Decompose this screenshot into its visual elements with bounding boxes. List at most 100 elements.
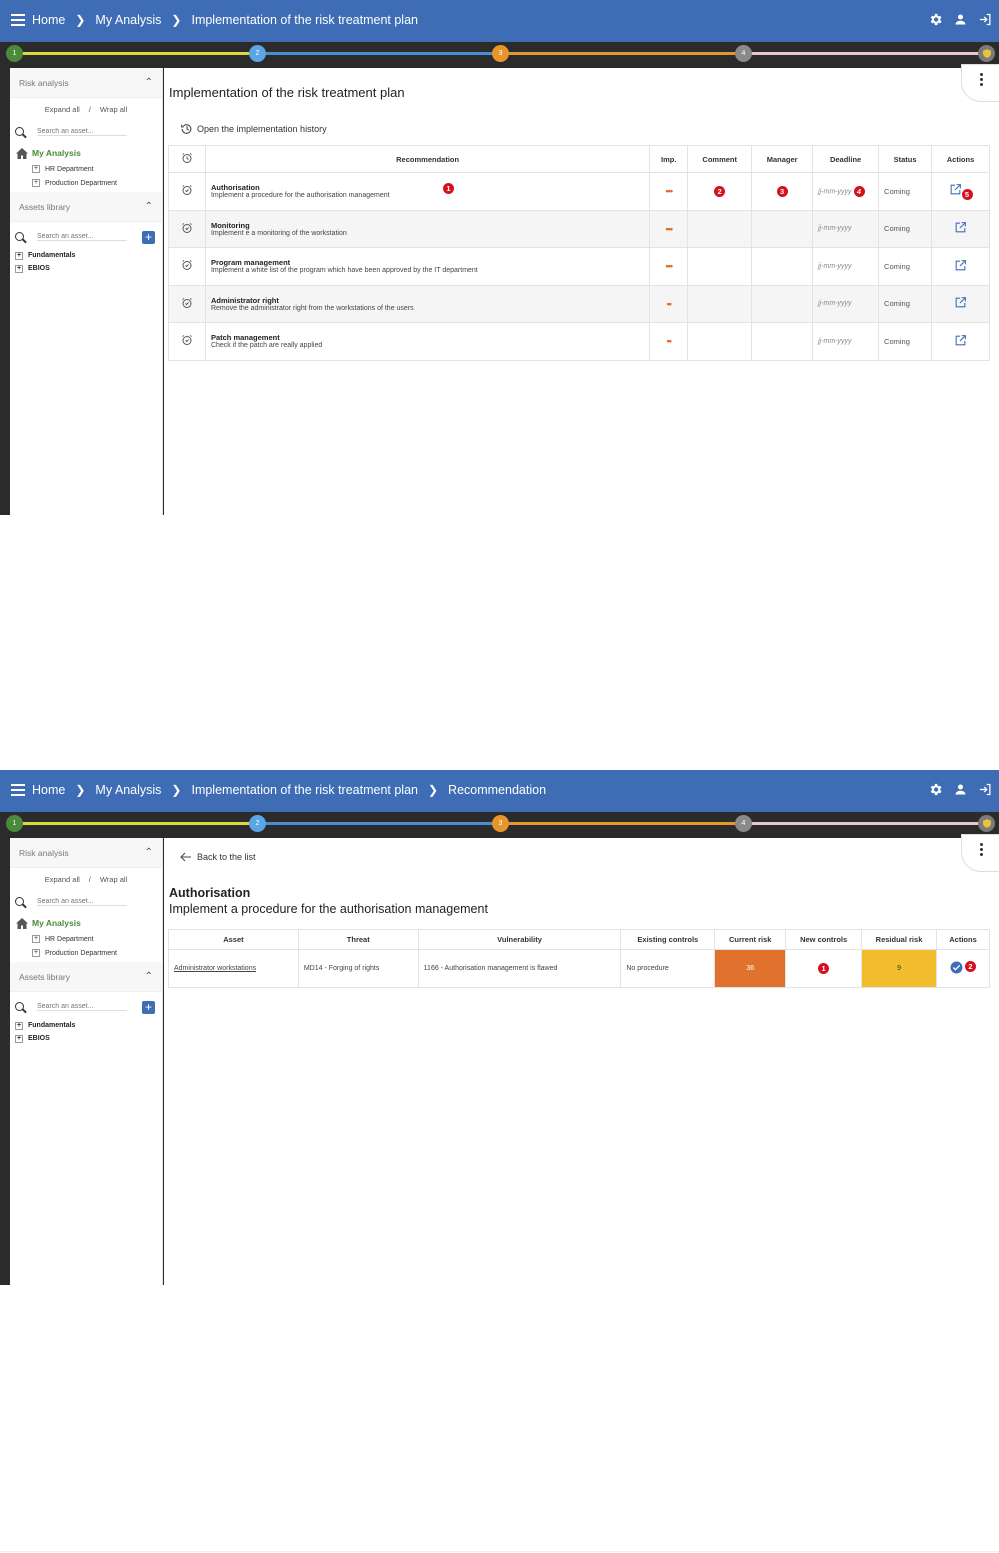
expand-all-link[interactable]: Expand all (45, 105, 80, 114)
comment-cell[interactable] (687, 284, 753, 323)
more-options-icon[interactable] (961, 834, 999, 872)
col-threat[interactable]: Threat (297, 929, 419, 950)
table-row[interactable]: Program management Implement a white lis… (168, 247, 990, 286)
edit-icon[interactable] (949, 183, 962, 196)
table-row[interactable]: Authorisation Implement a procedure for … (168, 172, 990, 211)
asset-link[interactable]: Administrator workstations (168, 949, 299, 988)
comment-cell[interactable] (687, 247, 753, 286)
menu-icon[interactable] (11, 14, 25, 26)
library-item-ebios[interactable]: + EBIOS (10, 262, 162, 275)
chevron-up-icon[interactable]: ⌃ (145, 971, 153, 982)
risk-analysis-header[interactable]: Risk analysis ⌃ (10, 838, 162, 868)
gear-icon[interactable] (928, 12, 943, 27)
alarm-icon[interactable] (168, 322, 206, 361)
breadcrumb-plan[interactable]: Implementation of the risk treatment pla… (191, 783, 418, 797)
comment-cell[interactable] (687, 322, 753, 361)
alarm-icon[interactable] (168, 209, 206, 248)
table-row[interactable]: Administrator right Remove the administr… (168, 284, 990, 323)
step-2[interactable]: 2 (249, 815, 266, 832)
more-options-icon[interactable] (961, 64, 999, 102)
expand-plus-icon[interactable]: + (32, 935, 40, 943)
library-item-fundamentals[interactable]: + Fundamentals (10, 249, 162, 262)
expand-plus-icon[interactable]: + (15, 1021, 23, 1030)
step-1[interactable]: 1 (6, 815, 23, 832)
table-row[interactable]: Patch management Check if the patch are … (168, 322, 990, 361)
history-link[interactable]: Open the implementation history (180, 123, 327, 135)
library-item-fundamentals[interactable]: + Fundamentals (10, 1019, 162, 1032)
col-asset[interactable]: Asset (168, 929, 299, 950)
expand-plus-icon[interactable]: + (32, 165, 40, 173)
assets-library-header[interactable]: Assets library ⌃ (10, 962, 162, 992)
alarm-icon[interactable] (168, 172, 206, 211)
logout-icon[interactable] (978, 782, 993, 797)
manager-cell[interactable] (751, 322, 814, 361)
table-row[interactable]: Administrator workstations MD14 - Forgin… (168, 949, 991, 988)
col-existing-controls[interactable]: Existing controls (620, 929, 716, 950)
new-controls-cell[interactable]: 1 (785, 949, 863, 988)
tree-item-production[interactable]: + Production Department (10, 946, 162, 960)
logout-icon[interactable] (978, 12, 993, 27)
edit-icon[interactable] (954, 296, 967, 309)
library-search-input[interactable] (37, 233, 127, 241)
col-current-risk[interactable]: Current risk (714, 929, 787, 950)
back-link[interactable]: Back to the list (180, 852, 256, 862)
user-icon[interactable] (953, 12, 968, 27)
chevron-up-icon[interactable]: ⌃ (145, 847, 153, 858)
wrap-all-link[interactable]: Wrap all (100, 105, 127, 114)
risk-analysis-header[interactable]: Risk analysis ⌃ (10, 68, 162, 98)
step-final-shield-icon[interactable] (978, 45, 995, 62)
add-asset-button[interactable]: + (142, 1000, 155, 1014)
step-4[interactable]: 4 (735, 815, 752, 832)
manager-cell[interactable]: 3 (751, 172, 814, 211)
col-vulnerability[interactable]: Vulnerability (417, 929, 622, 950)
deadline-cell[interactable]: jj-mm-yyyy (812, 322, 880, 361)
step-final-shield-icon[interactable] (978, 815, 995, 832)
col-new-controls[interactable]: New controls (785, 929, 863, 950)
deadline-cell[interactable]: jj-mm-yyyy (812, 209, 880, 248)
expand-plus-icon[interactable]: + (15, 1034, 23, 1043)
manager-cell[interactable] (751, 284, 814, 323)
edit-icon[interactable] (954, 221, 967, 234)
chevron-up-icon[interactable]: ⌃ (145, 201, 153, 212)
col-deadline[interactable]: Deadline (812, 145, 880, 173)
tree-item-hr[interactable]: + HR Department (10, 932, 162, 946)
asset-search-input[interactable] (37, 128, 127, 136)
expand-plus-icon[interactable]: + (32, 949, 40, 957)
menu-icon[interactable] (11, 784, 25, 796)
library-item-ebios[interactable]: + EBIOS (10, 1032, 162, 1045)
expand-all-link[interactable]: Expand all (45, 875, 80, 884)
breadcrumb-analysis[interactable]: My Analysis (95, 783, 161, 797)
table-row[interactable]: Monitoring Implement e a monitoring of t… (168, 209, 990, 248)
chevron-up-icon[interactable]: ⌃ (145, 77, 153, 88)
col-comment[interactable]: Comment (687, 145, 753, 173)
col-manager[interactable]: Manager (751, 145, 814, 173)
deadline-cell[interactable]: jj-mm-yyyy 4 (812, 172, 880, 211)
assets-library-header[interactable]: Assets library ⌃ (10, 192, 162, 222)
comment-cell[interactable]: 2 (687, 172, 753, 211)
col-status[interactable]: Status (878, 145, 932, 173)
breadcrumb-home[interactable]: Home (32, 783, 65, 797)
manager-cell[interactable] (751, 209, 814, 248)
expand-plus-icon[interactable]: + (15, 264, 23, 273)
edit-icon[interactable] (954, 259, 967, 272)
breadcrumb-recommendation[interactable]: Recommendation (448, 783, 546, 797)
step-3[interactable]: 3 (492, 815, 509, 832)
wrap-all-link[interactable]: Wrap all (100, 875, 127, 884)
deadline-cell[interactable]: jj-mm-yyyy (812, 247, 880, 286)
tree-item-production[interactable]: + Production Department (10, 176, 162, 190)
user-icon[interactable] (953, 782, 968, 797)
library-search-input[interactable] (37, 1003, 127, 1011)
step-4[interactable]: 4 (735, 45, 752, 62)
breadcrumb-plan[interactable]: Implementation of the risk treatment pla… (191, 13, 418, 27)
breadcrumb-analysis[interactable]: My Analysis (95, 13, 161, 27)
manager-cell[interactable] (751, 247, 814, 286)
add-asset-button[interactable]: + (142, 230, 155, 244)
step-2[interactable]: 2 (249, 45, 266, 62)
alarm-icon[interactable] (168, 284, 206, 323)
my-analysis-node[interactable]: My Analysis (10, 914, 162, 932)
breadcrumb-home[interactable]: Home (32, 13, 65, 27)
col-imp[interactable]: Imp. (649, 145, 689, 173)
expand-plus-icon[interactable]: + (32, 179, 40, 187)
col-recommendation[interactable]: Recommendation (204, 145, 651, 173)
step-3[interactable]: 3 (492, 45, 509, 62)
